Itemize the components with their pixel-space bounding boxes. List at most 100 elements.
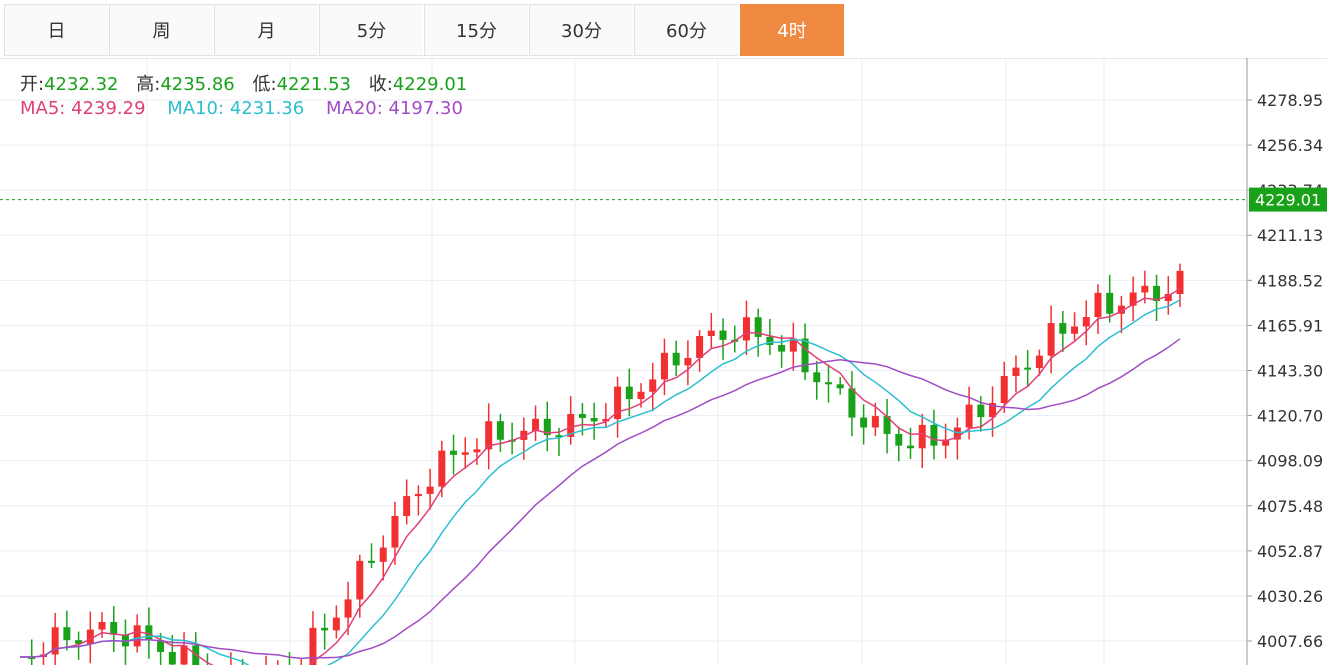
- tab-4hour[interactable]: 4时: [740, 4, 844, 56]
- candle-body: [907, 445, 915, 449]
- candle-body: [977, 404, 985, 418]
- y-axis-tick-label: 4030.26: [1257, 587, 1323, 606]
- ohlc-legend: 开:4232.32 高:4235.86 低:4221.53 收:4229.01: [20, 70, 479, 96]
- candle-body: [403, 496, 411, 517]
- candle-body: [965, 404, 973, 428]
- candle-body: [766, 336, 774, 345]
- candle-body: [649, 379, 657, 392]
- y-axis-tick-label: 4120.70: [1257, 407, 1323, 426]
- candle-body: [1071, 326, 1079, 334]
- candle-body: [414, 493, 422, 497]
- y-axis-tick-label: 4165.91: [1257, 316, 1323, 335]
- y-axis-tick-label: 4007.66: [1257, 632, 1323, 651]
- candle-body: [895, 433, 903, 446]
- candle-body: [98, 622, 106, 630]
- y-axis-tick-label: 4188.52: [1257, 271, 1323, 290]
- candle-body: [321, 627, 329, 631]
- candle-body: [672, 352, 680, 366]
- candle-body: [426, 486, 434, 494]
- ma10-value: 4231.36: [229, 98, 305, 119]
- low-label: 低:: [252, 74, 277, 95]
- ma5-value: 4239.29: [71, 98, 146, 119]
- y-axis-tick-label: 4098.09: [1257, 452, 1323, 471]
- open-value: 4232.32: [44, 74, 119, 95]
- candle-body: [473, 449, 481, 453]
- candle-body: [391, 516, 399, 548]
- candle-body: [1059, 323, 1067, 334]
- candle-body: [813, 372, 821, 383]
- candle-body: [871, 416, 879, 428]
- candle-body: [133, 625, 141, 647]
- y-axis-tick-label: 4143.30: [1257, 362, 1323, 381]
- candle-body: [450, 450, 458, 455]
- close-label: 收:: [368, 74, 393, 95]
- candle-body: [1094, 292, 1102, 318]
- candle-body: [836, 384, 844, 389]
- candle-body: [696, 336, 704, 358]
- period-tab-bar: 日 周 月 5分 15分 30分 60分 4时: [0, 0, 1327, 59]
- candle-body: [1082, 317, 1090, 327]
- candle-body: [379, 547, 387, 562]
- ma20-value: 4197.30: [388, 98, 463, 119]
- y-axis-tick-label: 4278.95: [1257, 91, 1323, 110]
- candle-body: [860, 417, 868, 428]
- candle-body: [637, 391, 645, 400]
- ma20-label: MA20:: [325, 98, 389, 119]
- low-value: 4221.53: [276, 74, 352, 95]
- tab-month[interactable]: 月: [214, 4, 318, 56]
- candle-body: [356, 560, 364, 600]
- candle-body: [778, 344, 786, 352]
- y-axis-tick-label: 4211.13: [1257, 226, 1323, 245]
- candle-body: [801, 338, 809, 373]
- candle-body: [707, 330, 715, 337]
- tab-day[interactable]: 日: [4, 4, 108, 56]
- candle-body: [86, 629, 94, 644]
- y-axis-tick-label: 4075.48: [1257, 497, 1323, 516]
- candle-body: [1012, 367, 1020, 377]
- candle-body: [590, 417, 598, 422]
- ma10-label: MA10:: [167, 98, 230, 119]
- candle-body: [918, 424, 926, 449]
- candle-body: [1141, 285, 1149, 293]
- y-axis-tick-label: 4052.87: [1257, 542, 1323, 561]
- candle-body: [1000, 376, 1008, 404]
- candle-body: [930, 424, 938, 446]
- candle-body: [496, 421, 504, 440]
- candle-body: [719, 330, 727, 340]
- candle-body: [578, 413, 586, 418]
- tab-5min[interactable]: 5分: [319, 4, 423, 56]
- candle-body: [168, 651, 176, 665]
- candle-body: [1024, 367, 1032, 370]
- high-label: 高:: [136, 74, 161, 95]
- candle-body: [332, 617, 340, 631]
- candle-body: [684, 357, 692, 366]
- tab-week[interactable]: 周: [109, 4, 213, 56]
- candle-body: [344, 599, 352, 618]
- candle-body: [368, 560, 376, 563]
- candle-body: [660, 352, 668, 380]
- candle-body: [63, 627, 71, 641]
- candle-body: [461, 452, 469, 455]
- candle-body: [742, 317, 750, 341]
- candlestick-chart[interactable]: 4278.954256.344233.744211.134188.524165.…: [0, 58, 1327, 669]
- candle-body: [1047, 323, 1055, 356]
- candle-body: [532, 418, 540, 431]
- ma5-label: MA5:: [20, 98, 72, 119]
- chart-canvas[interactable]: 4278.954256.344233.744211.134188.524165.…: [0, 58, 1327, 669]
- ma-legend: MA5: 4239.29 MA10: 4231.36 MA20: 4197.30: [20, 98, 463, 119]
- close-value: 4229.01: [392, 74, 468, 95]
- tab-30min[interactable]: 30分: [529, 4, 633, 56]
- high-value: 4235.86: [160, 74, 235, 95]
- candle-body: [824, 382, 832, 385]
- candle-body: [1035, 355, 1043, 369]
- current-price-value: 4229.01: [1255, 191, 1321, 210]
- candle-body: [157, 640, 165, 652]
- candle-body: [625, 386, 633, 400]
- candle-body: [1106, 292, 1114, 314]
- candle-body: [848, 388, 856, 418]
- tab-15min[interactable]: 15分: [424, 4, 528, 56]
- tab-60min[interactable]: 60分: [634, 4, 738, 56]
- open-label: 开:: [20, 74, 45, 95]
- y-axis-tick-label: 4256.34: [1257, 136, 1323, 155]
- candle-body: [110, 622, 118, 635]
